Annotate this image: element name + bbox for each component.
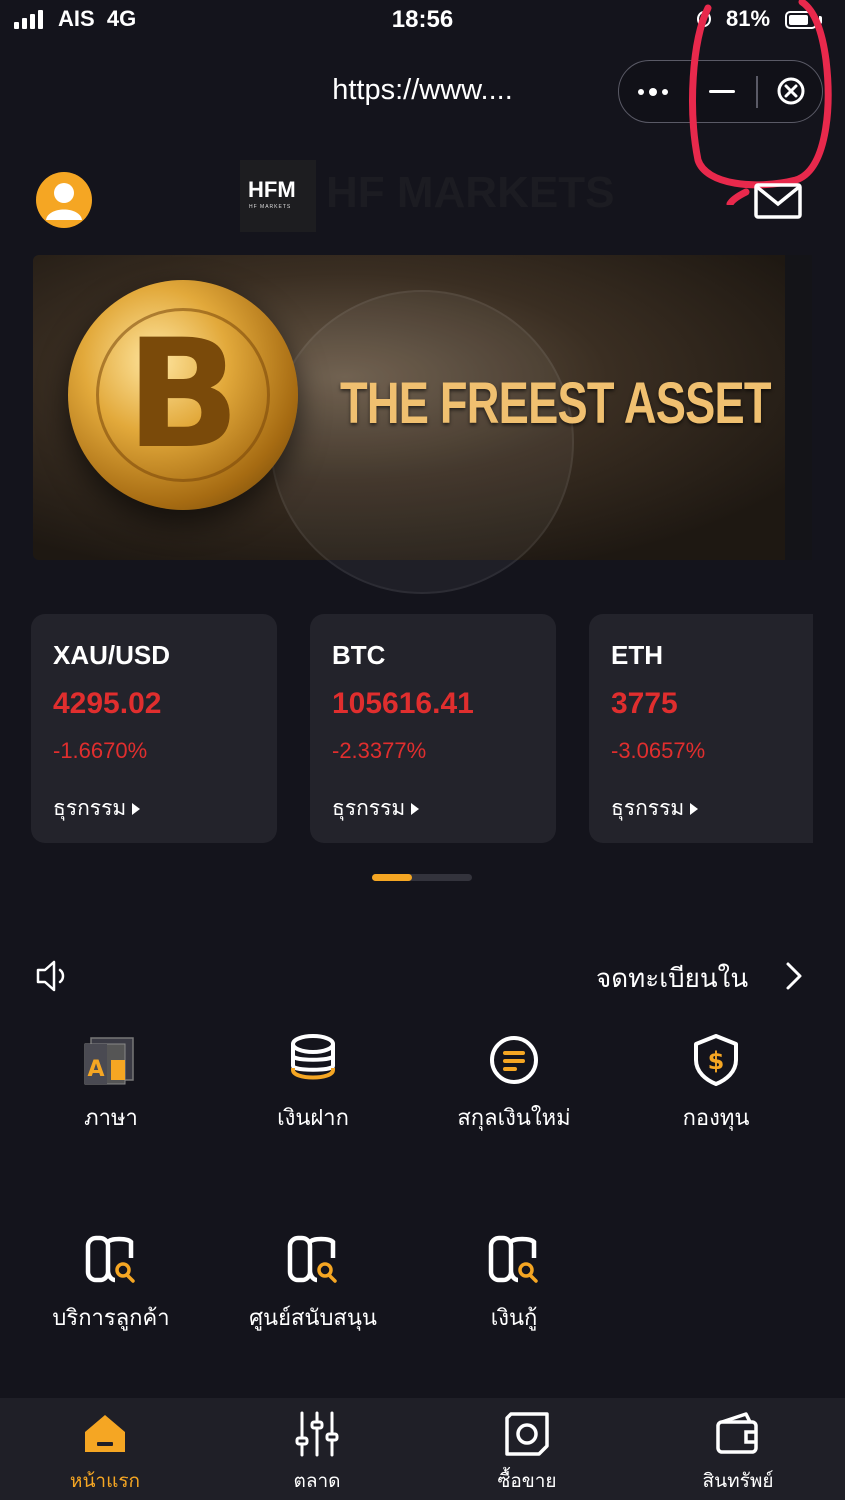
trade-icon	[503, 1410, 551, 1458]
nav-trade[interactable]: ซื้อขาย	[447, 1410, 607, 1496]
shortcut-label: ศูนย์สนับสนุน	[249, 1306, 377, 1331]
shortcut-new-currency[interactable]: สกุลเงินใหม่	[434, 1030, 594, 1135]
nav-market[interactable]: ตลาด	[237, 1410, 397, 1496]
ticker-trade-link[interactable]: ธุรกรรม	[332, 792, 419, 825]
ticker-card[interactable]: ETH 3775 -3.0657% ธุรกรรม	[589, 614, 813, 843]
shortcut-label: ภาษา	[84, 1106, 138, 1131]
avatar[interactable]	[36, 172, 92, 228]
notice-text[interactable]: จดทะเบียนใน	[596, 958, 748, 999]
ticker-symbol: ETH	[611, 640, 663, 670]
fund-shield-icon: $	[686, 1030, 746, 1090]
nav-label: ตลาด	[293, 1470, 341, 1492]
ticker-trade-link[interactable]: ธุรกรรม	[611, 792, 698, 825]
url-text: https://www....	[332, 74, 513, 106]
shortcut-deposit[interactable]: เงินฝาก	[233, 1030, 393, 1135]
logo-ghost-text: HF MARKETS	[326, 168, 615, 217]
ticker-card[interactable]: BTC 105616.41 -2.3377% ธุรกรรม	[310, 614, 556, 843]
support-center-icon	[283, 1230, 343, 1290]
wallet-icon	[714, 1410, 762, 1458]
shortcut-language[interactable]: A ภาษา	[31, 1030, 191, 1135]
shortcut-label: สกุลเงินใหม่	[457, 1106, 571, 1131]
shortcut-fund[interactable]: $ กองทุน	[636, 1030, 796, 1135]
new-currency-icon	[484, 1030, 544, 1090]
ticker-trade-link[interactable]: ธุรกรรม	[53, 792, 140, 825]
ticker-symbol: XAU/USD	[53, 640, 171, 670]
bitcoin-symbol: B	[125, 308, 241, 482]
banner-next-edge	[785, 255, 812, 560]
shortcut-label: บริการลูกค้า	[52, 1306, 170, 1331]
shortcut-loan[interactable]: เงินกู้	[434, 1230, 594, 1335]
ticker-price: 4295.02	[53, 687, 162, 720]
shortcut-label: เงินกู้	[490, 1306, 538, 1331]
pager-active-indicator	[372, 874, 412, 881]
nav-label: ซื้อขาย	[497, 1470, 557, 1492]
shortcut-label: เงินฝาก	[277, 1106, 349, 1131]
ticker-price: 3775	[611, 687, 678, 720]
shortcut-label: กองทุน	[682, 1106, 750, 1131]
shortcut-customer-service[interactable]: บริการลูกค้า	[31, 1230, 191, 1335]
deposit-coins-icon	[283, 1030, 343, 1090]
ticker-change: -3.0657%	[611, 738, 706, 763]
carousel-pager	[372, 874, 472, 881]
shortcut-support-center[interactable]: ศูนย์สนับสนุน	[233, 1230, 393, 1335]
more-dots-icon[interactable]	[636, 76, 676, 106]
nav-label: หน้าแรก	[69, 1470, 141, 1492]
ticker-change: -1.6670%	[53, 738, 148, 763]
ticker-change: -2.3377%	[332, 738, 427, 763]
chevron-right-icon[interactable]	[782, 960, 806, 992]
ticker-card[interactable]: XAU/USD 4295.02 -1.6670% ธุรกรรม	[31, 614, 277, 843]
market-sliders-icon	[293, 1410, 341, 1458]
logo-subtext: HF MARKETS	[249, 204, 292, 210]
language-icon: A	[81, 1030, 141, 1090]
banner-ghost-coin	[270, 290, 574, 594]
speaker-icon	[34, 958, 74, 994]
nav-home[interactable]: หน้าแรก	[25, 1410, 185, 1496]
user-icon	[46, 183, 82, 220]
loan-icon	[484, 1230, 544, 1290]
logo: HFM	[248, 177, 296, 202]
nav-assets[interactable]: สินทรัพย์	[658, 1410, 818, 1496]
ticker-symbol: BTC	[332, 640, 386, 670]
svg-text:A: A	[87, 1057, 104, 1082]
customer-service-icon	[81, 1230, 141, 1290]
red-annotation-circle	[689, 0, 832, 205]
mail-icon[interactable]	[752, 180, 804, 220]
svg-text:$: $	[708, 1047, 725, 1075]
nav-label: สินทรัพย์	[702, 1470, 774, 1492]
home-icon	[81, 1410, 129, 1458]
banner-title: THE FREEST ASSET	[340, 371, 772, 436]
ticker-price: 105616.41	[332, 687, 474, 720]
